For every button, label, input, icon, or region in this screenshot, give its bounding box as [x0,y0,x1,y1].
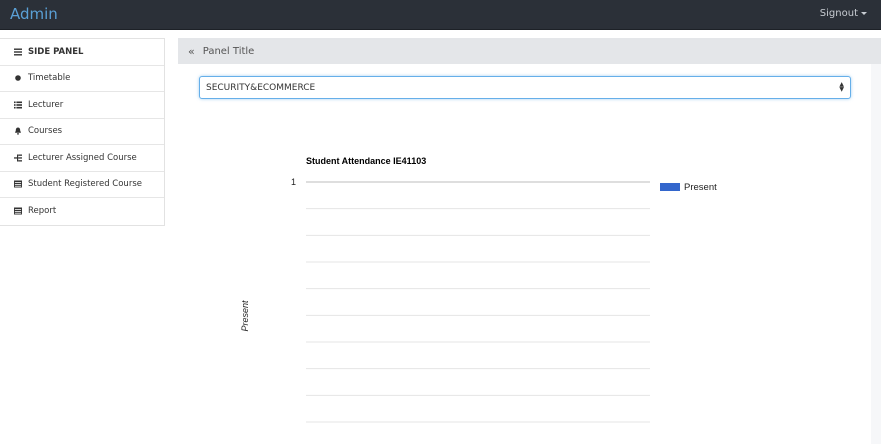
chart-title: Student Attendance IE41103 [306,156,426,166]
sidebar-item-timetable[interactable]: Timetable [0,66,164,92]
panel-title: Panel Title [202,45,255,57]
side-panel: SIDE PANEL Timetable Lecturer Courses Le… [0,38,165,226]
y-ticks: 1 [291,177,296,187]
sidebar-item-courses[interactable]: Courses [0,119,164,145]
top-navbar: Admin Signout [0,0,881,30]
caret-down-icon [861,11,867,15]
menu-icon [14,48,22,56]
sidebar-item-lecturer[interactable]: Lecturer [0,92,164,119]
sidebar-item-label: Lecturer [28,99,64,110]
dot-icon [14,74,22,82]
sidebar-item-label: Timetable [28,73,71,84]
grid-lines [306,181,650,423]
tree-icon [14,154,22,162]
brand-link[interactable]: Admin [10,5,58,23]
sidebar-item-report[interactable]: Report [0,198,164,225]
bell-icon [14,127,22,136]
y-axis-label: Present [240,300,250,332]
main-panel: « Panel Title SECURITY&ECOMMERCE ▲ ▼ Stud… [178,38,881,444]
signout-label: Signout [819,8,858,19]
panel-body: SECURITY&ECOMMERCE ▲ ▼ Student Attendance… [178,64,871,444]
table-icon [14,180,22,188]
table-icon [14,207,22,215]
attendance-chart: Student Attendance IE41103 Present 1 Pre… [240,156,717,423]
legend-swatch [660,183,680,191]
sidebar-item-student-registered-course[interactable]: Student Registered Course [0,172,164,198]
y-tick-label: 1 [291,177,296,187]
list-icon [14,101,22,109]
sidebar-item-label: Lecturer Assigned Course [28,152,137,163]
side-panel-header: SIDE PANEL [0,39,164,66]
panel-header: « Panel Title [178,38,881,64]
sidebar-item-label: Courses [28,126,63,137]
sidebar-item-label: Student Registered Course [28,179,142,190]
side-panel-title: SIDE PANEL [28,46,84,57]
sidebar-item-label: Report [28,206,57,217]
legend-label: Present [684,182,717,193]
sidebar-item-lecturer-assigned-course[interactable]: Lecturer Assigned Course [0,145,164,172]
signout-dropdown[interactable]: Signout [820,8,867,19]
double-chevron-left-icon[interactable]: « [188,45,195,58]
chart-legend: Present [660,182,717,193]
